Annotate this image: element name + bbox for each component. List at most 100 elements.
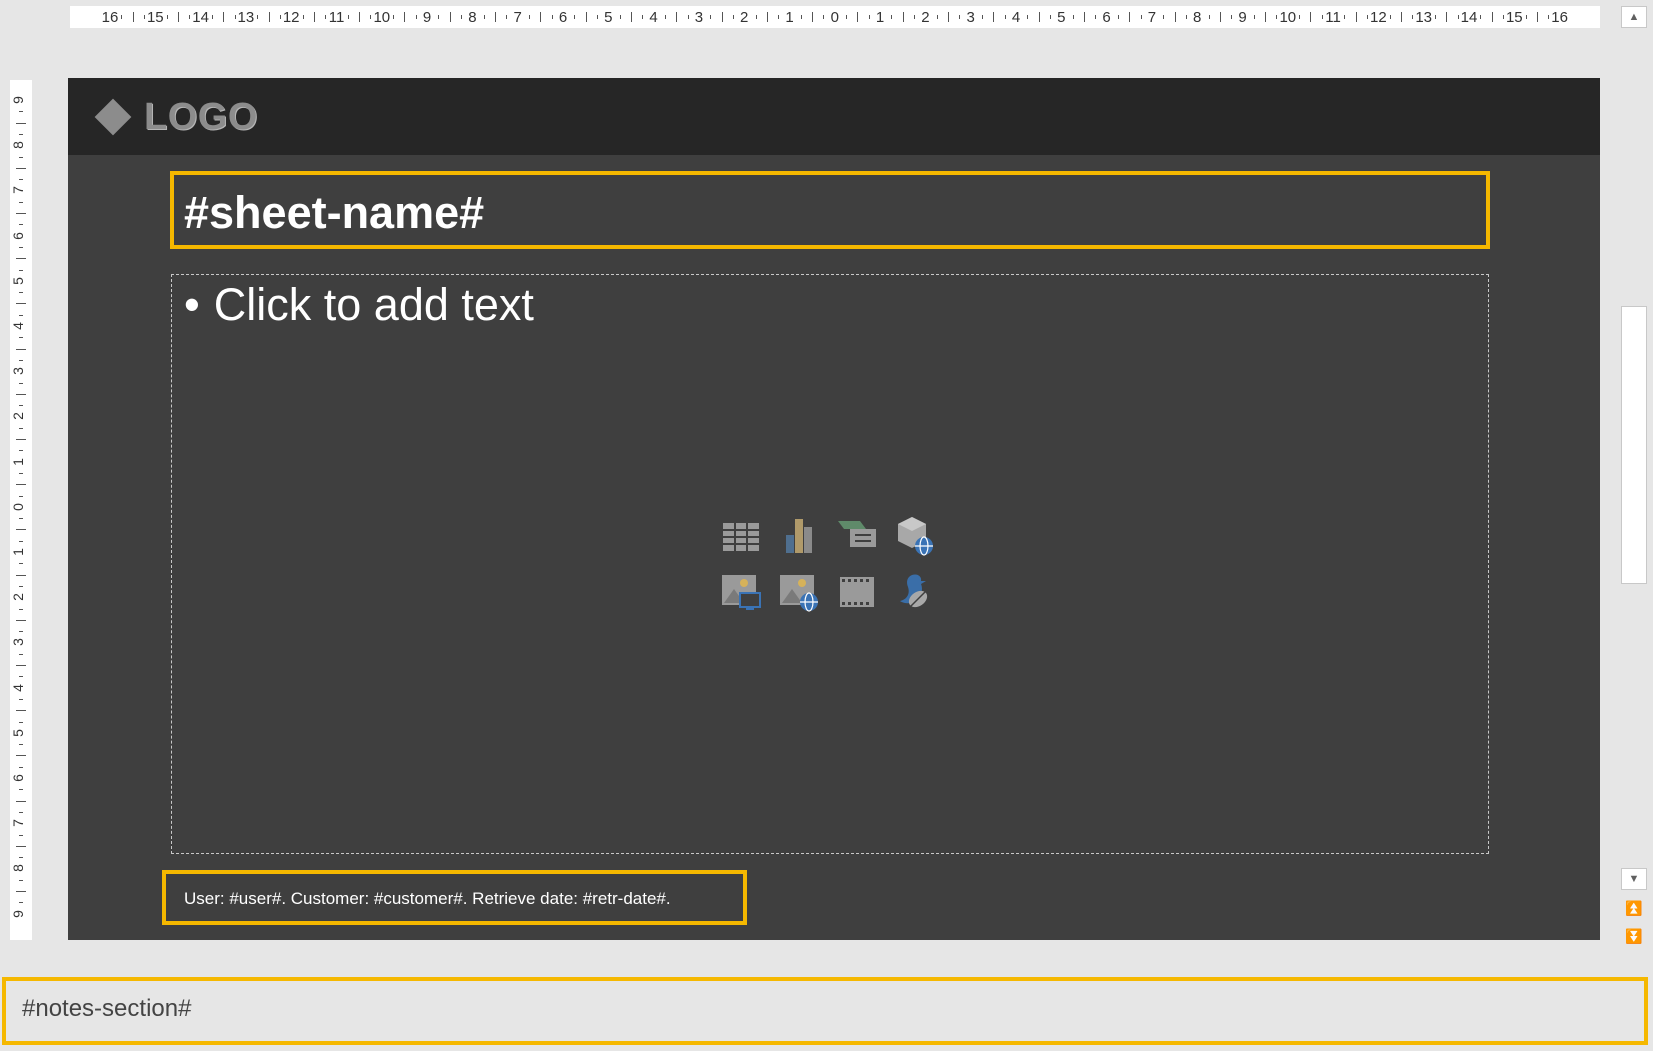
ruler-tick [1231,15,1233,19]
scroll-thumb[interactable] [1621,306,1647,584]
ruler-tick [676,12,678,22]
ruler-label: 0 [10,502,26,511]
ruler-tick [16,439,26,440]
ruler-tick [1095,15,1097,19]
ruler-tick [1072,15,1074,19]
ruler-tick [19,585,23,587]
ruler-tick [16,213,26,214]
ruler-label: 6 [10,774,26,782]
title-placeholder[interactable]: #sheet-name# [170,171,1490,249]
ruler-label: 15 [146,9,164,26]
ruler-tick [19,495,23,497]
previous-slide-button[interactable]: ⏫ [1621,896,1647,920]
ruler-tick [313,12,315,22]
ruler-tick [857,12,859,22]
ruler-label: 2 [10,412,26,421]
insert-video-icon[interactable] [836,571,878,613]
ruler-tick [1219,12,1221,22]
ruler-tick [1129,12,1131,22]
ruler-tick [177,12,179,22]
ruler-label: 7 [513,9,522,26]
ruler-tick [19,246,23,248]
ruler-tick [19,337,23,339]
ruler-tick [721,12,723,22]
slide-header-band: LOGO [68,78,1600,155]
ruler-tick [778,15,780,19]
scroll-up-button[interactable]: ▲ [1621,6,1647,28]
ruler-tick [257,15,259,19]
ruler-tick [1412,15,1414,19]
ruler-tick [16,665,26,666]
logo: LOGO [92,96,258,138]
ruler-tick [483,15,485,19]
ruler-tick [585,12,587,22]
ruler-tick [936,15,938,19]
ruler-tick [19,834,23,836]
ruler-tick [574,15,576,19]
slide-canvas[interactable]: LOGO #sheet-name# • Click to add text Us… [68,78,1600,940]
ruler-label: 15 [1505,9,1523,26]
ruler-tick [1457,15,1459,19]
content-placeholder[interactable]: • Click to add text [171,274,1489,854]
ruler-tick [1401,12,1403,22]
ruler-tick [19,902,23,904]
footer-placeholder[interactable]: User: #user#. Customer: #customer#. Retr… [162,870,747,925]
ruler-tick [19,653,23,655]
ruler-tick [16,348,26,350]
insert-smartart-icon[interactable] [836,515,878,557]
ruler-label: 8 [10,864,26,873]
ruler-tick [19,382,23,384]
ruler-tick [16,167,26,169]
scroll-down-button[interactable]: ▼ [1621,868,1647,890]
ruler-tick [16,122,26,124]
ruler-tick [1027,15,1029,19]
ruler-tick [948,12,950,22]
ruler-label: 7 [10,819,26,828]
ruler-tick [19,224,23,226]
ruler-tick [19,179,23,181]
ruler-tick [710,15,712,19]
insert-3d-model-icon[interactable] [894,515,936,557]
insert-table-icon[interactable] [720,515,762,557]
ruler-tick [19,698,23,700]
ruler-tick [132,12,134,22]
vertical-ruler: 9 8 7 6 5 4 3 2 1 0 1 2 3 4 5 6 7 8 9 [10,80,32,940]
ruler-tick [1502,15,1504,19]
ruler-tick [1038,12,1040,22]
ruler-label: 4 [10,322,26,330]
ruler-tick [19,201,23,203]
insert-online-picture-icon[interactable] [778,571,820,613]
ruler-label: 7 [10,186,26,195]
insert-icons-icon[interactable] [894,571,936,613]
ruler-label: 0 [830,9,839,26]
ruler-label: 14 [1460,9,1478,26]
insert-picture-icon[interactable] [720,571,762,613]
ruler-tick [823,15,825,19]
ruler-label: 11 [1325,9,1341,26]
insert-chart-icon[interactable] [778,515,820,557]
ruler-tick [211,15,213,19]
ruler-tick [19,111,23,113]
ruler-label: 11 [328,9,345,26]
ruler-label: 10 [373,9,391,26]
ruler-tick [1265,12,1267,22]
ruler-label: 3 [10,638,26,647]
ruler-tick [619,15,621,19]
vertical-scrollbar[interactable]: ▲ ▼ ⏫ ⏬ [1617,0,1653,976]
ruler-label: 6 [1102,9,1111,26]
ruler-tick [540,12,542,22]
content-placeholder-text: Click to add text [213,279,534,330]
ruler-tick [1208,15,1210,19]
notes-pane[interactable]: #notes-section# [2,977,1648,1045]
ruler-tick [982,15,984,19]
ruler-tick [902,12,904,22]
logo-text: LOGO [144,95,258,138]
ruler-tick [1299,15,1301,19]
ruler-label: 9 [10,96,26,104]
ruler-tick [393,15,395,19]
ruler-tick [19,789,23,791]
next-slide-button[interactable]: ⏬ [1621,924,1647,948]
triangle-up-icon: ▲ [1628,11,1640,23]
ruler-tick [495,12,497,22]
ruler-tick [732,15,734,19]
